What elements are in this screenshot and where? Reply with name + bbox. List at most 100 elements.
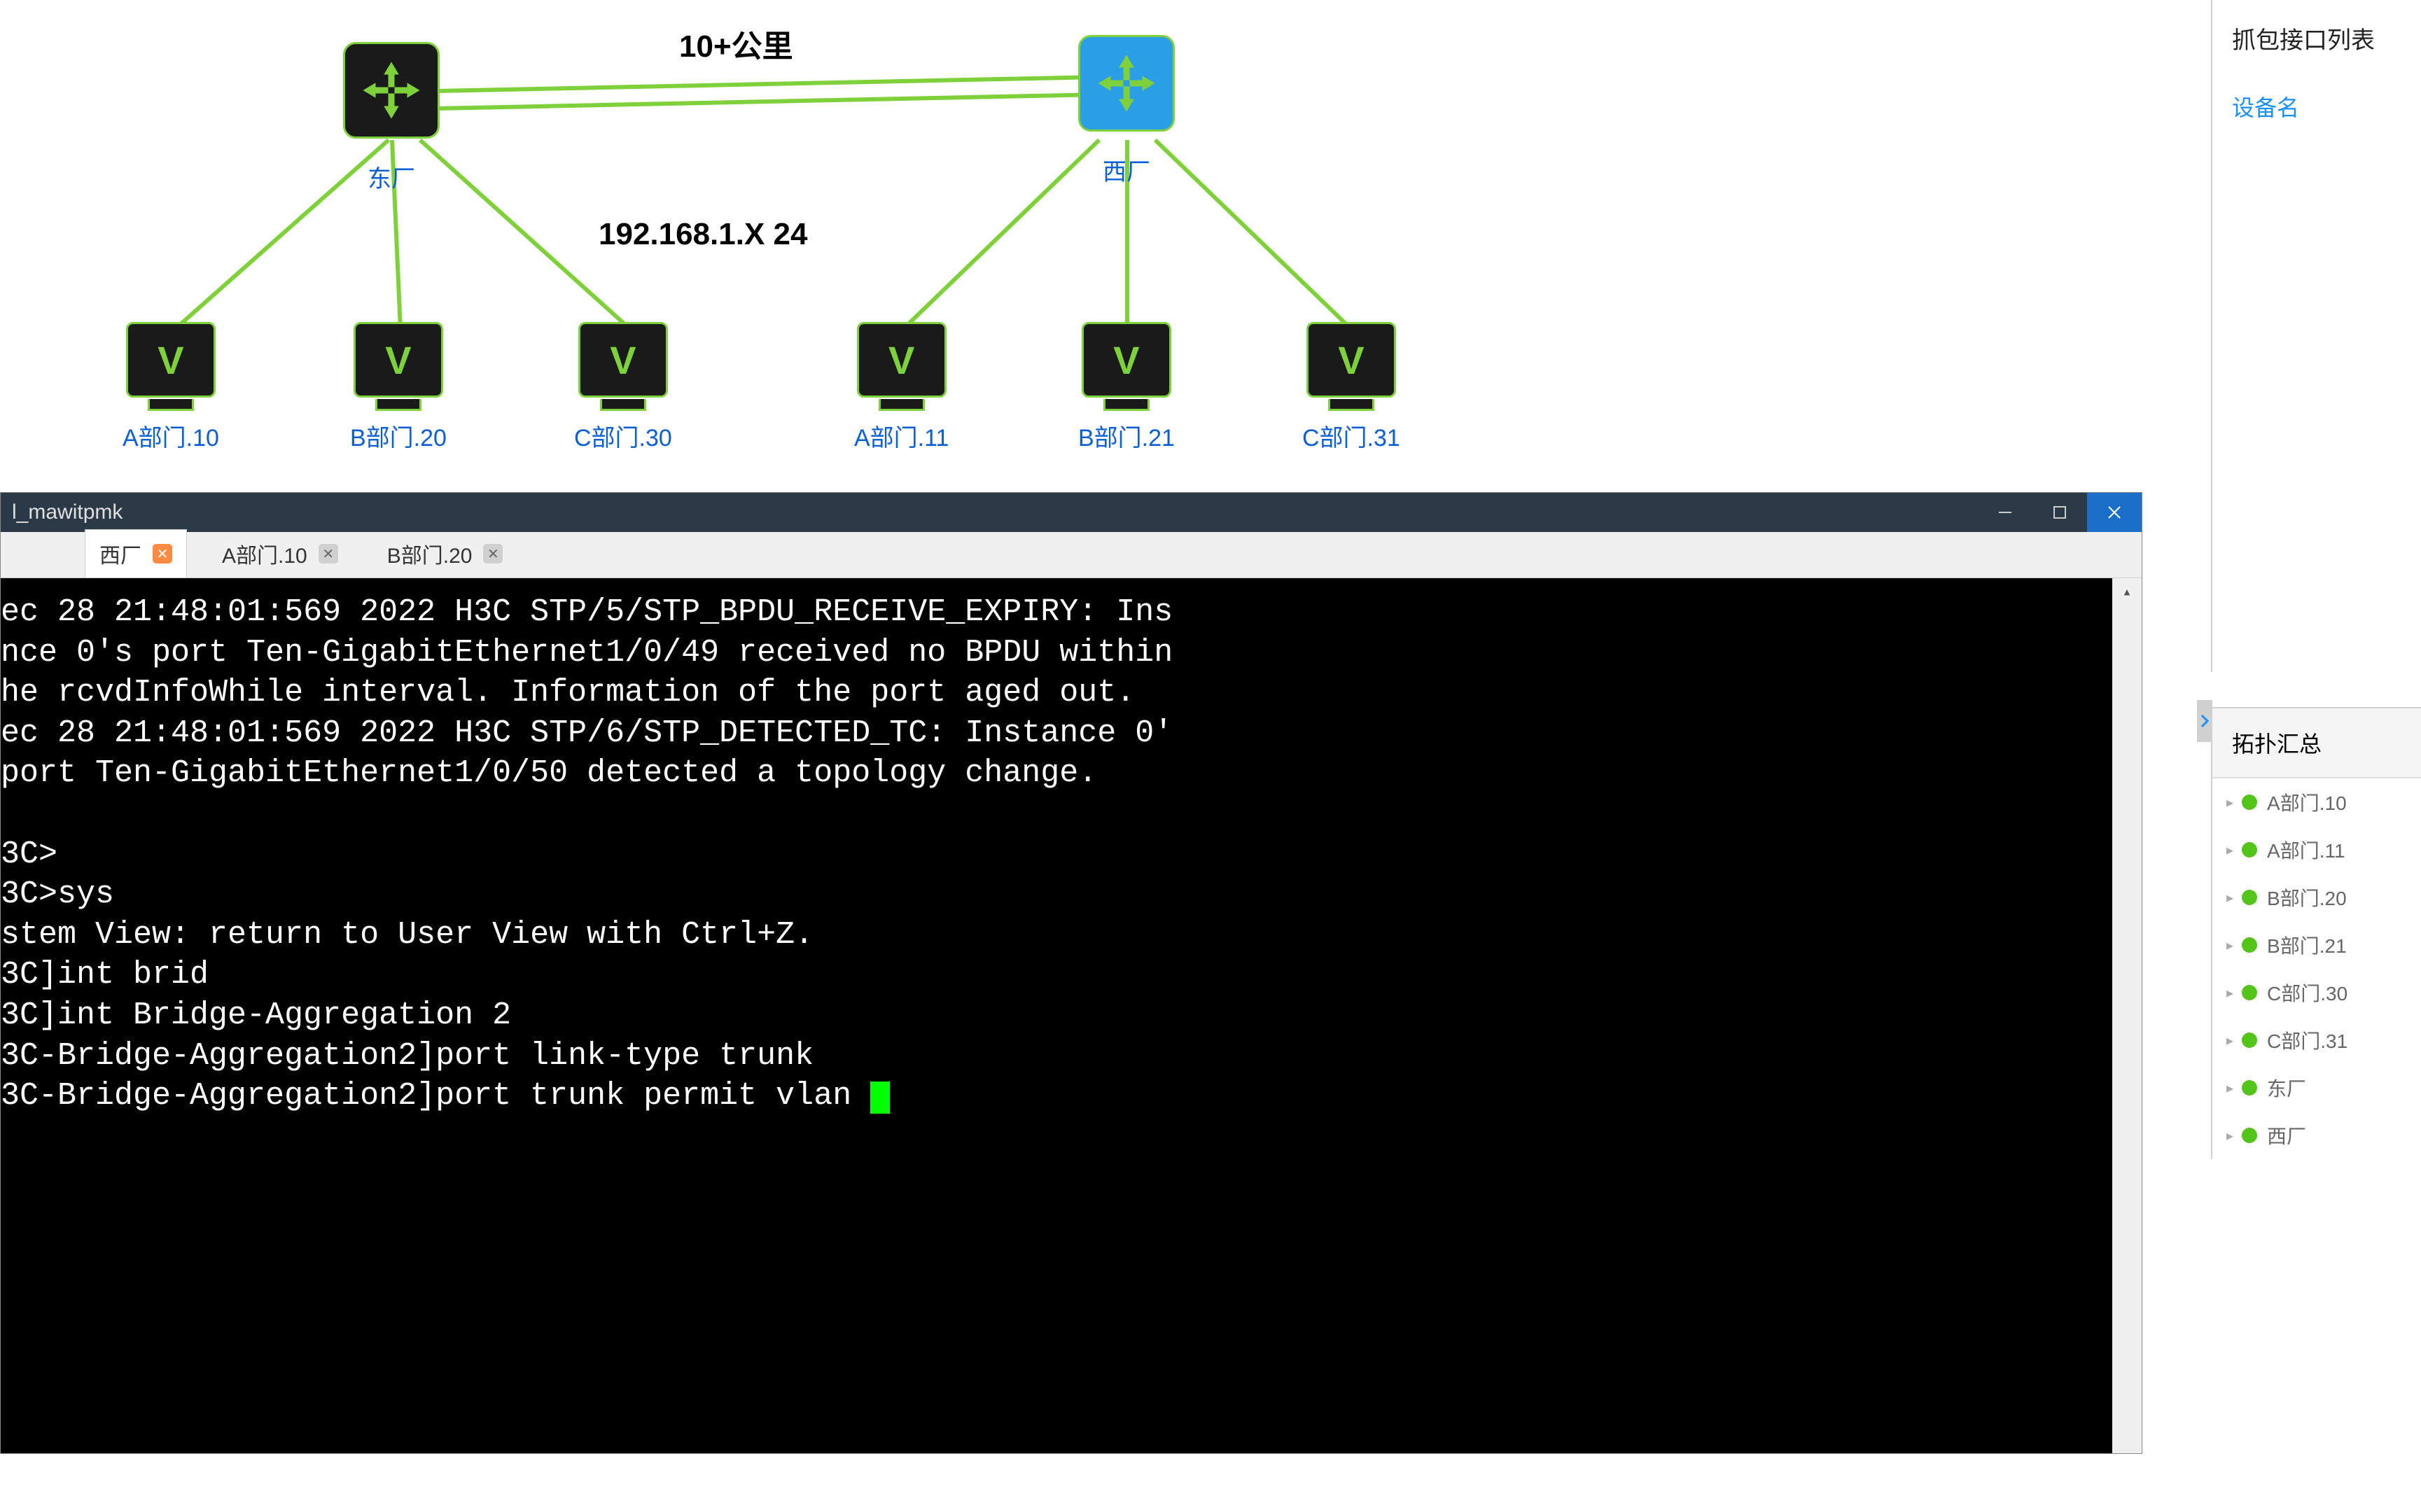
tab-close-icon[interactable]: ✕ <box>153 544 172 564</box>
close-icon <box>2106 504 2123 521</box>
topology-summary-item[interactable]: ▸西厂 <box>2212 1112 2421 1159</box>
pc-icon: V <box>857 322 947 398</box>
switch-east[interactable]: 东厂 <box>343 42 440 194</box>
chevron-right-icon: ▸ <box>2226 937 2233 954</box>
terminal-line: 3C-Bridge-Aggregation2]port link-type tr… <box>1 1036 2135 1077</box>
status-dot-icon <box>2242 937 2257 953</box>
panel-expand-handle[interactable] <box>2197 700 2212 742</box>
chevron-right-icon: ▸ <box>2226 841 2233 859</box>
close-button[interactable] <box>2087 493 2142 532</box>
switch-icon <box>1078 35 1175 132</box>
switch-icon <box>343 42 440 139</box>
pc-b21[interactable]: V B部门.21 <box>1078 322 1175 453</box>
terminal-tabs: 西厂 ✕ A部门.10 ✕ B部门.20 ✕ <box>1 532 2142 578</box>
summary-item-label: B部门.21 <box>2267 931 2347 959</box>
terminal-title: l_mawitpmk <box>12 500 123 524</box>
terminal-line: stem View: return to User View with Ctrl… <box>1 915 2135 955</box>
chevron-right-icon: ▸ <box>2226 1032 2233 1049</box>
topology-summary-title: 拓扑汇总 <box>2212 708 2421 778</box>
switch-west[interactable]: 西厂 <box>1078 35 1175 187</box>
pc-label: A部门.11 <box>854 419 949 453</box>
terminal-line: ec 28 21:48:01:569 2022 H3C STP/5/STP_BP… <box>1 592 2135 633</box>
arrows-icon <box>360 59 423 122</box>
terminal-window: l_mawitpmk 西厂 ✕ A部门.10 ✕ B部门.20 ✕ ec 28 21:48… <box>0 492 2142 1454</box>
summary-item-label: C部门.31 <box>2267 1026 2347 1054</box>
terminal-line: 3C> <box>1 834 2135 875</box>
status-dot-icon <box>2242 1080 2257 1096</box>
pc-a10[interactable]: V A部门.10 <box>123 322 219 453</box>
status-dot-icon <box>2242 794 2257 810</box>
terminal-line: he rcvdInfoWhile interval. Information o… <box>1 673 2135 713</box>
terminal-tab[interactable]: A部门.10 ✕ <box>208 530 352 578</box>
summary-item-label: A部门.10 <box>2267 788 2347 816</box>
capture-panel: 抓包接口列表 设备名 <box>2211 0 2421 672</box>
annotation-subnet: 192.168.1.X 24 <box>599 217 807 252</box>
pc-label: A部门.10 <box>123 419 219 453</box>
topology-canvas[interactable]: 10+公里 192.168.1.X 24 东厂 <box>0 0 2205 490</box>
maximize-button[interactable] <box>2032 493 2087 532</box>
tab-close-icon[interactable]: ✕ <box>483 544 503 564</box>
tab-label: B部门.20 <box>387 538 473 569</box>
terminal-line: ec 28 21:48:01:569 2022 H3C STP/6/STP_DE… <box>1 713 2135 754</box>
chevron-right-icon: ▸ <box>2226 889 2233 906</box>
summary-item-label: 西厂 <box>2267 1121 2306 1149</box>
summary-item-label: B部门.20 <box>2267 883 2347 911</box>
topology-summary-item[interactable]: ▸ B部门.20 <box>2212 874 2421 921</box>
pc-b20[interactable]: V B部门.20 <box>350 322 447 453</box>
topology-summary-item[interactable]: ▸ C部门.30 <box>2212 969 2421 1016</box>
switch-label: 东厂 <box>368 160 415 194</box>
status-dot-icon <box>2242 985 2257 1000</box>
status-dot-icon <box>2242 890 2257 905</box>
topology-summary-item[interactable]: ▸ 东厂 <box>2212 1064 2421 1112</box>
topology-summary-panel: 拓扑汇总 ▸ A部门.10 ▸ A部门.11 ▸ B部门.20 ▸ B部门.21 ▸ C部门.30… <box>2211 707 2421 1159</box>
topology-summary-item[interactable]: ▸ A部门.10 <box>2212 778 2421 826</box>
scroll-up-icon[interactable]: ▴ <box>2112 578 2142 608</box>
terminal-titlebar[interactable]: l_mawitpmk <box>1 493 2142 532</box>
pc-a11[interactable]: V A部门.11 <box>854 322 949 453</box>
status-dot-icon <box>2242 842 2257 858</box>
terminal-line: 3C-Bridge-Aggregation2]port trunk permit… <box>1 1076 2135 1116</box>
summary-item-label: C部门.30 <box>2267 979 2347 1007</box>
chevron-right-icon: ▸ <box>2226 794 2233 811</box>
tab-label: 西厂 <box>99 538 141 569</box>
terminal-output[interactable]: ec 28 21:48:01:569 2022 H3C STP/5/STP_BP… <box>1 578 2142 1453</box>
terminal-line: 3C>sys <box>1 874 2135 915</box>
terminal-line: nce 0's port Ten-GigabitEthernet1/0/49 r… <box>1 633 2135 673</box>
chevron-right-icon <box>2200 714 2209 728</box>
pc-icon: V <box>578 322 668 398</box>
pc-icon: V <box>1082 322 1171 398</box>
summary-item-label: 东厂 <box>2267 1074 2306 1102</box>
pc-c31[interactable]: V C部门.31 <box>1302 322 1400 453</box>
terminal-scrollbar[interactable]: ▴ <box>2112 578 2142 1453</box>
annotation-distance: 10+公里 <box>679 21 793 66</box>
chevron-right-icon: ▸ <box>2226 984 2233 1002</box>
minimize-button[interactable] <box>1978 493 2032 532</box>
status-dot-icon <box>2242 1032 2257 1048</box>
terminal-line: 3C]int brid <box>1 955 2135 995</box>
arrows-icon <box>1095 52 1158 115</box>
cursor-icon <box>870 1082 890 1114</box>
terminal-line: 3C]int Bridge-Aggregation 2 <box>1 995 2135 1036</box>
tab-label: A部门.10 <box>222 538 307 569</box>
terminal-tab[interactable]: 西厂 ✕ <box>85 529 187 578</box>
window-controls <box>1978 493 2142 532</box>
chevron-right-icon: ▸ <box>2226 1079 2233 1097</box>
pc-icon: V <box>126 322 216 398</box>
tab-close-icon[interactable]: ✕ <box>319 544 338 564</box>
pc-c30[interactable]: V C部门.30 <box>574 322 672 453</box>
pc-label: C部门.31 <box>1302 419 1400 453</box>
topology-summary-item[interactable]: ▸ B部门.21 <box>2212 921 2421 969</box>
terminal-line: port Ten-GigabitEthernet1/0/50 detected … <box>1 753 2135 794</box>
terminal-tab[interactable]: B部门.20 ✕ <box>373 530 517 578</box>
topology-summary-item[interactable]: ▸ A部门.11 <box>2212 826 2421 874</box>
pc-label: B部门.20 <box>350 419 447 453</box>
capture-panel-title: 抓包接口列表 <box>2212 0 2421 62</box>
status-dot-icon <box>2242 1128 2257 1143</box>
topology-summary-item[interactable]: ▸ C部门.31 <box>2212 1016 2421 1064</box>
terminal-line <box>1 794 2135 834</box>
maximize-icon <box>2052 505 2067 520</box>
summary-item-label: A部门.11 <box>2267 836 2345 864</box>
pc-icon: V <box>354 322 443 398</box>
pc-label: C部门.30 <box>574 419 672 453</box>
device-name-link[interactable]: 设备名 <box>2212 62 2421 150</box>
